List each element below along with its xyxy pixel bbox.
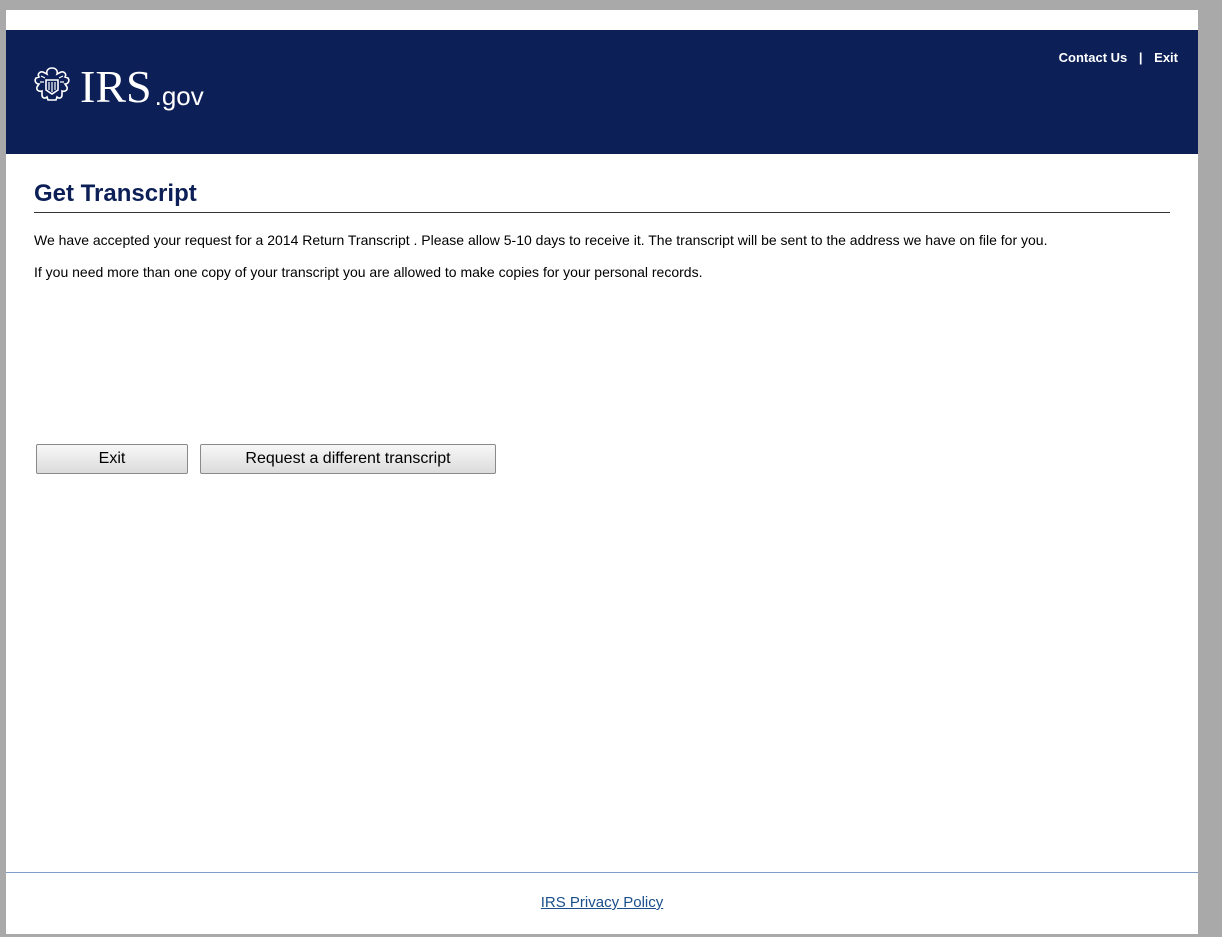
logo-text-irs: IRS bbox=[80, 61, 152, 112]
header-links: Contact Us | Exit bbox=[1059, 50, 1178, 65]
exit-button[interactable]: Exit bbox=[36, 444, 188, 474]
main-content: Get Transcript We have accepted your req… bbox=[34, 180, 1170, 281]
action-buttons: Exit Request a different transcript bbox=[36, 444, 496, 474]
irs-eagle-icon bbox=[34, 67, 70, 101]
request-different-transcript-button[interactable]: Request a different transcript bbox=[200, 444, 496, 474]
irs-logo[interactable]: IRS .gov bbox=[32, 60, 204, 110]
window-scrollbar[interactable] bbox=[1198, 0, 1222, 937]
contact-us-link[interactable]: Contact Us bbox=[1059, 50, 1128, 65]
link-separator: | bbox=[1138, 50, 1143, 65]
privacy-policy-link[interactable]: IRS Privacy Policy bbox=[541, 894, 664, 911]
site-footer: IRS Privacy Policy bbox=[6, 894, 1198, 911]
header-exit-link[interactable]: Exit bbox=[1154, 50, 1178, 65]
logo-text-gov: .gov bbox=[154, 81, 204, 111]
site-header: IRS .gov Contact Us | Exit bbox=[6, 30, 1198, 154]
confirmation-message: We have accepted your request for a 2014… bbox=[34, 232, 1048, 248]
page-title: Get Transcript bbox=[34, 180, 1170, 213]
footer-divider bbox=[6, 872, 1198, 873]
page-container: IRS .gov Contact Us | Exit Get Transcrip… bbox=[6, 10, 1198, 934]
copies-message: If you need more than one copy of your t… bbox=[34, 264, 703, 280]
